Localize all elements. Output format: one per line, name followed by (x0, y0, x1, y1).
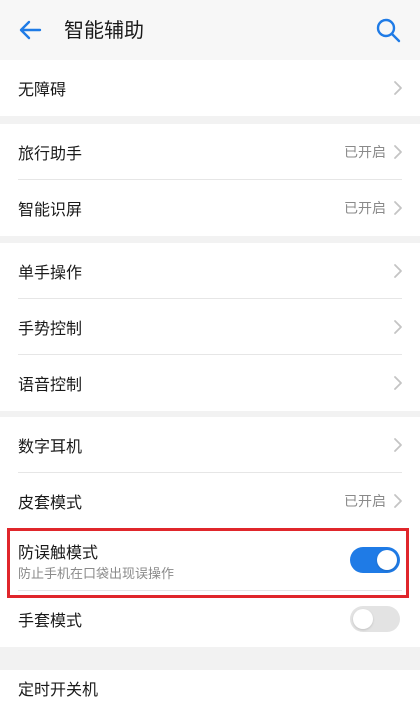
settings-group-schedule: 定时开关机 (0, 670, 420, 726)
row-label: 皮套模式 (18, 493, 83, 512)
toggle-knob (377, 550, 397, 570)
chevron-right-icon (394, 264, 402, 278)
row-label: 手套模式 (18, 611, 83, 630)
settings-row-glove-mode[interactable]: 手套模式 (0, 591, 420, 647)
search-icon[interactable] (374, 16, 402, 44)
row-label: 单手操作 (18, 263, 83, 282)
settings-row-accessibility[interactable]: 无障碍 (0, 60, 420, 116)
settings-row-voice-control[interactable]: 语音控制 (0, 355, 420, 411)
settings-row-travel-assistant[interactable]: 旅行助手 已开启 (0, 124, 420, 180)
chevron-right-icon (394, 494, 402, 508)
app-header: 智能辅助 (0, 0, 420, 60)
chevron-right-icon (394, 376, 402, 390)
chevron-right-icon (394, 438, 402, 452)
row-label: 数字耳机 (18, 437, 83, 456)
row-label: 防误触模式 (18, 543, 99, 562)
toggle-knob (353, 609, 373, 629)
chevron-right-icon (394, 320, 402, 334)
settings-group-modes: 数字耳机 皮套模式 已开启 防误触模式 防止手机在口袋出现误操作 手套模式 (0, 417, 420, 647)
status-text: 已开启 (344, 201, 386, 217)
settings-row-cover-mode[interactable]: 皮套模式 已开启 (0, 473, 420, 529)
settings-row-accidental-touch[interactable]: 防误触模式 防止手机在口袋出现误操作 (0, 529, 420, 591)
row-label: 智能识屏 (18, 200, 83, 219)
glove-mode-toggle[interactable] (350, 606, 400, 632)
row-label: 定时开关机 (18, 680, 99, 699)
status-text: 已开启 (344, 494, 386, 510)
chevron-right-icon (394, 201, 402, 215)
row-label: 手势控制 (18, 319, 83, 338)
settings-row-digital-earphone[interactable]: 数字耳机 (0, 417, 420, 473)
page-title: 智能辅助 (64, 18, 144, 42)
row-description: 防止手机在口袋出现误操作 (18, 567, 175, 582)
settings-group-assistants: 旅行助手 已开启 智能识屏 已开启 (0, 124, 420, 236)
accidental-touch-toggle[interactable] (350, 547, 400, 573)
chevron-right-icon (394, 81, 402, 95)
settings-row-gesture-control[interactable]: 手势控制 (0, 299, 420, 355)
arrow-left-icon[interactable] (16, 16, 44, 44)
settings-group-controls: 单手操作 手势控制 语音控制 (0, 243, 420, 411)
settings-group-accessibility: 无障碍 (0, 60, 420, 116)
settings-row-smart-screen[interactable]: 智能识屏 已开启 (0, 180, 420, 236)
row-label: 语音控制 (18, 375, 83, 394)
chevron-right-icon (394, 145, 402, 159)
status-text: 已开启 (344, 145, 386, 161)
row-label: 旅行助手 (18, 144, 83, 163)
settings-row-one-hand[interactable]: 单手操作 (0, 243, 420, 299)
settings-row-scheduled-power[interactable]: 定时开关机 (0, 670, 420, 726)
row-label: 无障碍 (18, 80, 67, 99)
